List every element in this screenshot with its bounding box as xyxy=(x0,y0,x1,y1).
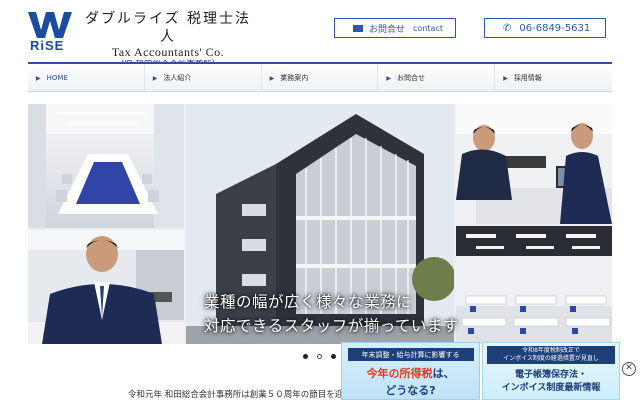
nav-item-services[interactable]: ▶ 業務案内 xyxy=(262,64,379,92)
banner-a-headline-tail: は、 xyxy=(432,367,455,380)
chevron-right-icon: ▶ xyxy=(269,74,275,82)
nav-item-label: 採用情報 xyxy=(513,74,542,82)
phone-icon: ✆ xyxy=(503,22,512,34)
chevron-right-icon: ▶ xyxy=(503,74,508,82)
banner-b-top-line1: 令和8年度税制改正で xyxy=(522,347,580,354)
logo-text: RiSE xyxy=(30,38,65,53)
consultation-photo xyxy=(456,104,612,224)
nav-item-label: 業務案内 xyxy=(280,74,309,82)
invoice-system-banner[interactable]: 令和8年度税制改正で インボイス制度の経過措置が見直し 電子帳簿保存法・ インボ… xyxy=(482,342,620,400)
banner-b-top-line2: インボイス制度の経過措置が見直し xyxy=(503,355,599,362)
slider-dot[interactable] xyxy=(331,354,336,359)
banner-a-top: 年末調整・給与計算に影響する xyxy=(347,348,474,361)
company-logo[interactable]: RiSE xyxy=(28,12,76,53)
contact-en-label: contact xyxy=(413,23,443,33)
banner-a-headline: 今年の所得税は、 xyxy=(342,365,479,381)
nav-item-home[interactable]: ▶ HOME xyxy=(28,64,145,92)
mail-icon xyxy=(353,24,363,32)
contact-button[interactable]: お問合せ contact xyxy=(334,18,456,38)
banner-b-top: 令和8年度税制改正で インボイス制度の経過措置が見直し xyxy=(487,346,615,364)
chevron-right-icon: ▶ xyxy=(386,74,392,82)
income-tax-banner[interactable]: 年末調整・給与計算に影響する 今年の所得税は、 どうなる? xyxy=(341,342,480,400)
logo-w-icon xyxy=(28,12,72,38)
chevron-right-icon: ▶ xyxy=(152,74,158,82)
hero-caption: 業種の幅が広く様々な業務に 対応できるスタッフが揃っています xyxy=(204,290,459,338)
main-nav: ▶ HOME ▶ 法人紹介 ▶ 業務案内 ▶ お問合せ ▶ 採用情報 xyxy=(28,62,612,92)
nav-item-label: 法人紹介 xyxy=(163,74,192,82)
nav-item-label: お問合せ xyxy=(397,74,426,82)
brand-name-en: Tax Accountants' Co. xyxy=(111,45,225,59)
nav-item-about[interactable]: ▶ 法人紹介 xyxy=(145,64,262,92)
phone-number: 06-6849-5631 xyxy=(519,22,591,34)
slider-dot[interactable] xyxy=(303,354,308,359)
phone-button[interactable]: ✆ 06-6849-5631 xyxy=(484,18,606,38)
office-interior-photo xyxy=(456,226,612,344)
hero-caption-line2: 対応できるスタッフが揃っています xyxy=(204,317,459,335)
slider-dot-active[interactable] xyxy=(317,354,322,359)
close-icon[interactable]: ✕ xyxy=(622,362,636,376)
contact-label: お問合せ xyxy=(369,24,406,35)
brand-name-jp: ダブルライズ 税理士法人 xyxy=(84,11,252,45)
intro-text: 令和元年 和田総合会計事務所は創業５０周年の節目を迎え xyxy=(128,390,352,400)
meeting-room-photo xyxy=(28,104,184,228)
nav-item-label: HOME xyxy=(46,74,68,82)
banner-a-question: どうなる? xyxy=(385,384,436,397)
chevron-right-icon: ▶ xyxy=(36,74,41,82)
slider-pagination xyxy=(303,354,336,359)
banner-a-headline-em: 今年の所得税 xyxy=(366,367,433,380)
staff-photo xyxy=(28,230,184,344)
hero-slider[interactable]: 業種の幅が広く様々な業務に 対応できるスタッフが揃っています xyxy=(28,104,612,344)
nav-item-contact[interactable]: ▶ お問合せ xyxy=(378,64,496,92)
nav-item-recruit[interactable]: ▶ 採用情報 xyxy=(495,64,612,92)
hero-caption-line1: 業種の幅が広く様々な業務に xyxy=(204,293,413,311)
banner-b-line2: インボイス制度最新情報 xyxy=(501,383,601,393)
banner-b-line1: 電子帳簿保存法・ xyxy=(514,370,587,380)
